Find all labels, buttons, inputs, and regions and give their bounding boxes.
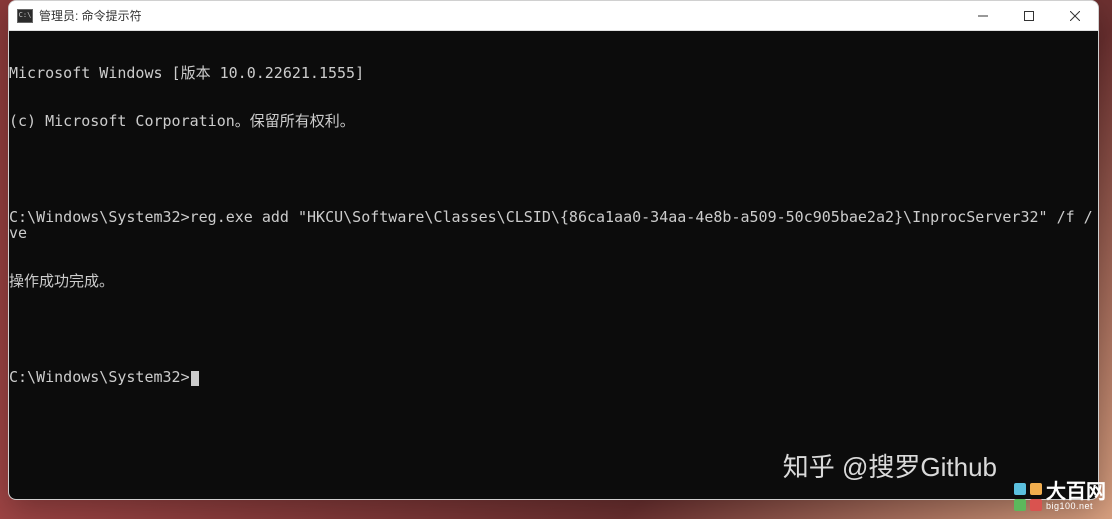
command-prompt-window: C:\ 管理员: 命令提示符 Microsoft Windows [版本 10.… [8,0,1099,500]
minimize-button[interactable] [960,1,1006,31]
cmd-icon: C:\ [17,9,33,23]
cursor [191,371,199,386]
terminal-line: 操作成功完成。 [9,273,1098,289]
close-button[interactable] [1052,1,1098,31]
terminal-line: Microsoft Windows [版本 10.0.22621.1555] [9,65,1098,81]
terminal-prompt-line: C:\Windows\System32> [9,369,1098,386]
close-icon [1070,11,1080,21]
terminal-line: C:\Windows\System32>reg.exe add "HKCU\So… [9,209,1098,241]
big100-en: big100.net [1046,502,1106,511]
window-controls [960,1,1098,30]
terminal-line: (c) Microsoft Corporation。保留所有权利。 [9,113,1098,129]
window-title: 管理员: 命令提示符 [39,7,960,24]
terminal-line [9,321,1098,337]
titlebar[interactable]: C:\ 管理员: 命令提示符 [9,1,1098,31]
terminal-output[interactable]: Microsoft Windows [版本 10.0.22621.1555] (… [9,31,1098,499]
minimize-icon [978,11,988,21]
maximize-button[interactable] [1006,1,1052,31]
terminal-line [9,161,1098,177]
maximize-icon [1024,11,1034,21]
terminal-prompt: C:\Windows\System32> [9,368,190,386]
